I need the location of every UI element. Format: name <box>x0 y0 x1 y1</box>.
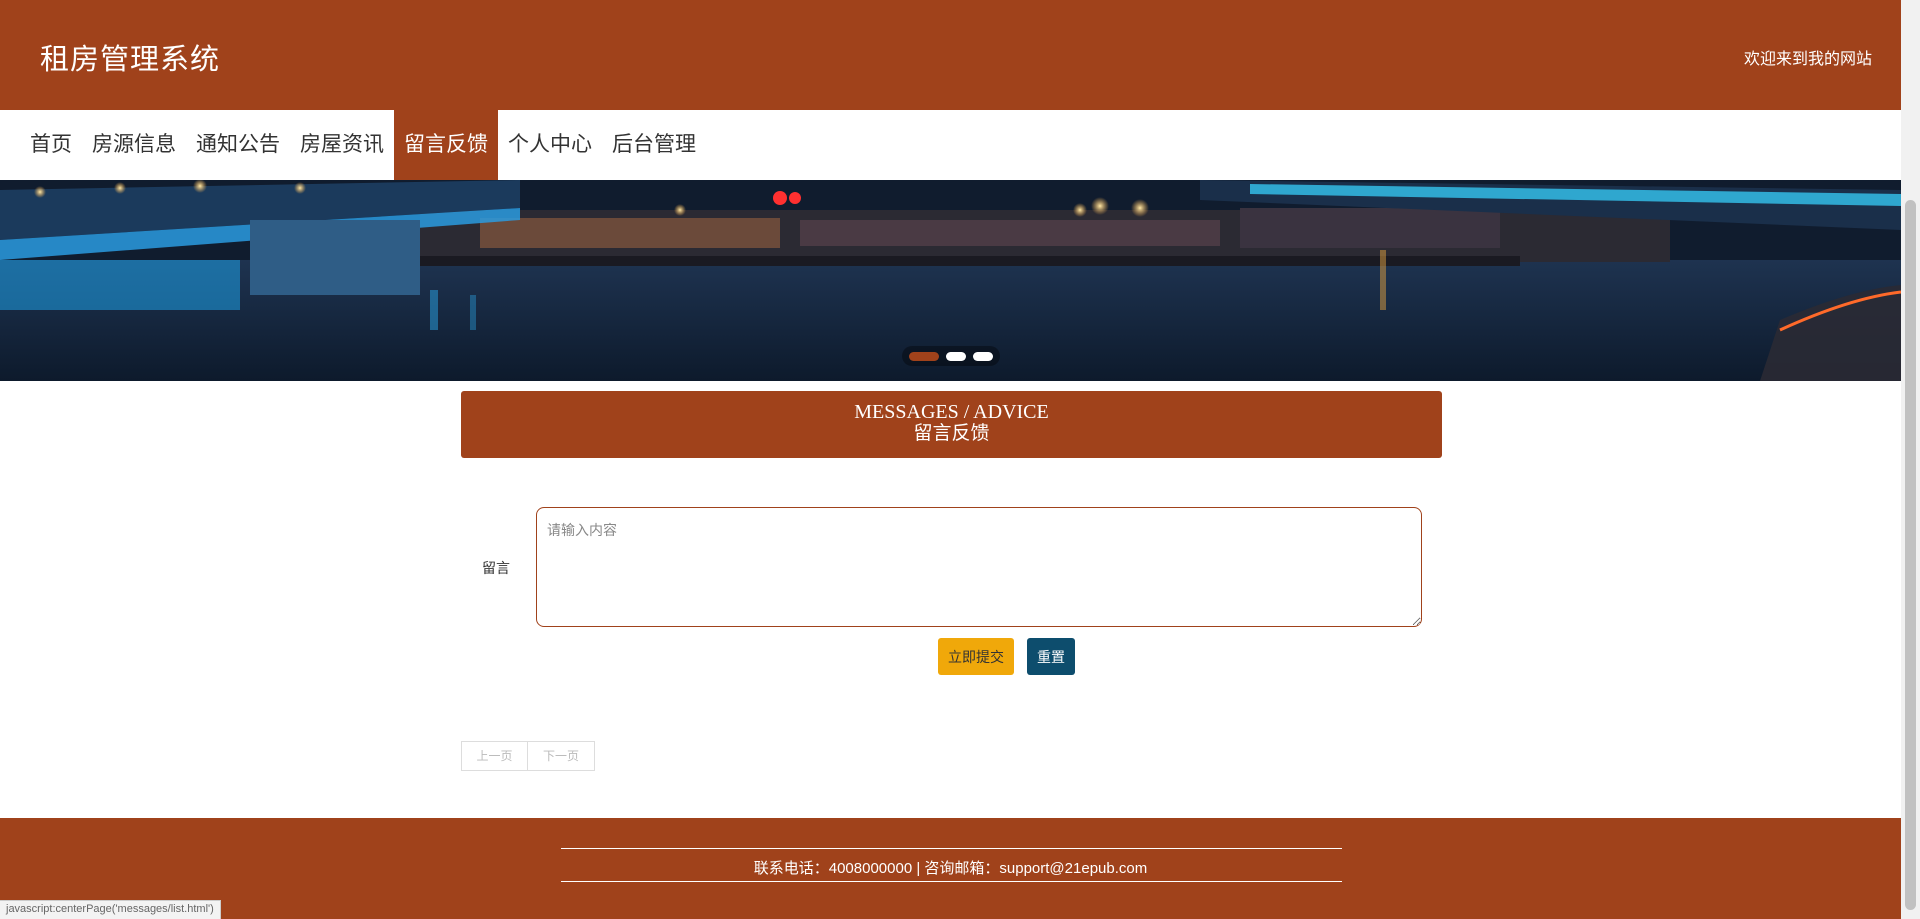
carousel-dot[interactable] <box>909 351 939 361</box>
banner-carousel[interactable] <box>0 180 1901 381</box>
welcome-text: 欢迎来到我的网站 <box>1743 51 1872 68</box>
carousel-dot[interactable] <box>973 351 993 361</box>
section-title-en: MESSAGES / ADVICE <box>854 401 1049 423</box>
footer-contact: 联系电话：4008000000 | 咨询邮箱：support@21epub.co… <box>753 860 1148 877</box>
carousel-dot[interactable] <box>946 351 966 361</box>
reset-button[interactable]: 重置 <box>1027 638 1075 675</box>
section-title-zh: 留言反馈 <box>913 423 990 444</box>
footer-divider <box>561 881 1342 882</box>
nav-item-news[interactable]: 房屋资讯 <box>290 110 394 180</box>
scrollbar-thumb[interactable] <box>1905 200 1916 910</box>
section-header: MESSAGES / ADVICE 留言反馈 <box>461 391 1442 458</box>
nav-item-profile[interactable]: 个人中心 <box>498 110 602 180</box>
next-page-button[interactable]: 下一页 <box>528 741 595 771</box>
submit-button[interactable]: 立即提交 <box>938 638 1014 675</box>
main-nav: 首页 房源信息 通知公告 房屋资讯 留言反馈 个人中心 后台管理 <box>0 110 1901 180</box>
page: 租房管理系统 欢迎来到我的网站 首页 房源信息 通知公告 房屋资讯 留言反馈 个… <box>0 0 1901 919</box>
site-header: 租房管理系统 欢迎来到我的网站 <box>0 0 1901 110</box>
footer-divider <box>561 848 1342 849</box>
carousel-indicators <box>902 346 1000 366</box>
nav-item-admin[interactable]: 后台管理 <box>602 110 706 180</box>
message-label: 留言 <box>482 560 510 576</box>
message-textarea[interactable] <box>536 507 1422 627</box>
status-bar-url: javascript:centerPage('messages/list.htm… <box>0 900 221 919</box>
page-scrollbar[interactable] <box>1901 0 1920 919</box>
nav-item-home[interactable]: 首页 <box>20 110 82 180</box>
prev-page-button[interactable]: 上一页 <box>461 741 528 771</box>
nav-item-listings[interactable]: 房源信息 <box>82 110 186 180</box>
pagination: 上一页 下一页 <box>461 741 595 771</box>
site-title: 租房管理系统 <box>40 44 221 76</box>
nav-item-notices[interactable]: 通知公告 <box>186 110 290 180</box>
nav-item-feedback[interactable]: 留言反馈 <box>394 110 498 180</box>
